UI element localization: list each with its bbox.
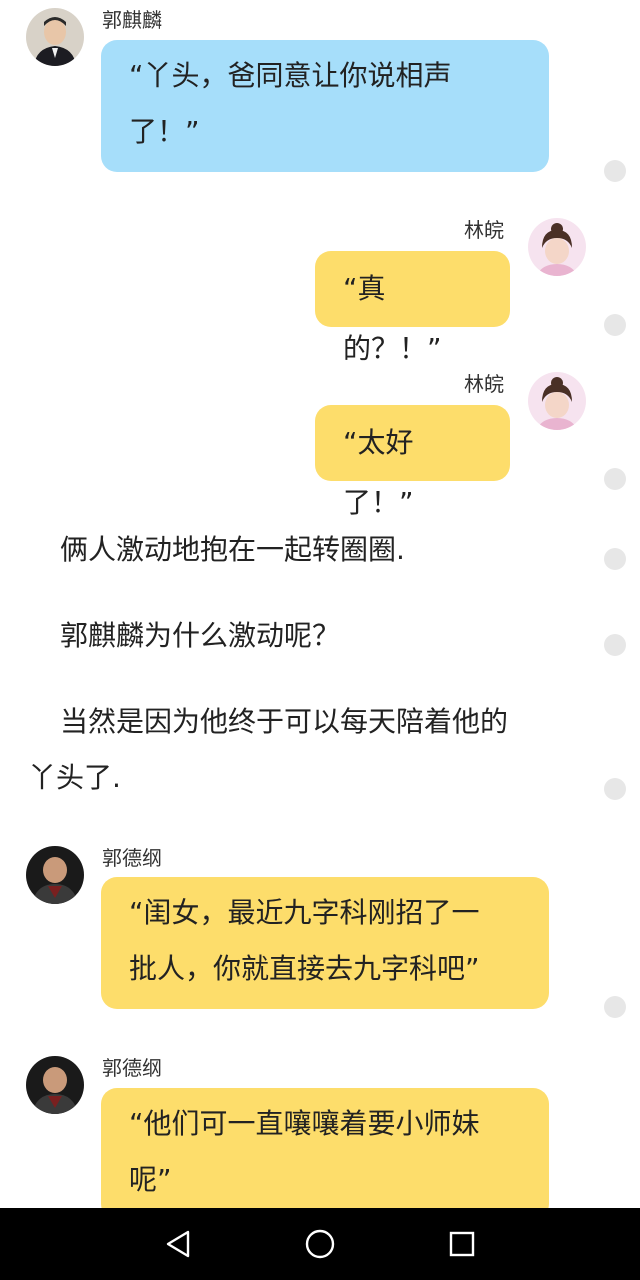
- message-bubble[interactable]: “他们可一直嚷嚷着要小师妹 呢”: [101, 1088, 549, 1220]
- avatar-linwan[interactable]: [528, 218, 586, 276]
- sender-name: 林皖: [464, 372, 504, 396]
- message-bubble[interactable]: “闺女，最近九字科刚招了一 批人，你就直接去九字科吧”: [101, 877, 549, 1009]
- avatar-linwan[interactable]: [528, 372, 586, 430]
- back-button[interactable]: [158, 1226, 198, 1262]
- message-bubble[interactable]: “太好了！”: [315, 405, 510, 519]
- message-bubble[interactable]: “丫头，爸同意让你说相声 了！”: [101, 40, 549, 172]
- triangle-back-icon: [166, 1230, 190, 1258]
- sender-name: 郭德纲: [102, 1056, 162, 1080]
- narration-line: 郭麒麟为什么激动呢？: [32, 619, 341, 652]
- comment-dot[interactable]: [604, 548, 626, 570]
- sender-name: 林皖: [464, 218, 504, 242]
- recents-button[interactable]: [442, 1226, 482, 1262]
- avatar-guoqilin[interactable]: [26, 8, 84, 66]
- girl-pink-avatar-icon: [528, 372, 586, 430]
- narration-line: 丫头了.: [28, 761, 121, 794]
- narration-line: 当然是因为他终于可以每天陪着他的: [32, 705, 509, 738]
- avatar-guodegang[interactable]: [26, 846, 84, 904]
- older-man-avatar-icon: [26, 846, 84, 904]
- circle-home-icon: [305, 1229, 335, 1259]
- home-button[interactable]: [300, 1226, 340, 1262]
- narration-line: 俩人激动地抱在一起转圈圈.: [32, 533, 405, 566]
- sender-name: 郭德纲: [102, 846, 162, 870]
- comment-dot[interactable]: [604, 468, 626, 490]
- comment-dot[interactable]: [604, 778, 626, 800]
- avatar-guodegang[interactable]: [26, 1056, 84, 1114]
- older-man-avatar-icon: [26, 1056, 84, 1114]
- girl-pink-avatar-icon: [528, 218, 586, 276]
- comment-dot[interactable]: [604, 996, 626, 1018]
- sender-name: 郭麒麟: [102, 8, 162, 32]
- navigation-bar: [0, 1208, 640, 1280]
- message-bubble[interactable]: “真的？！”: [315, 251, 510, 365]
- comment-dot[interactable]: [604, 160, 626, 182]
- comment-dot[interactable]: [604, 634, 626, 656]
- comment-dot[interactable]: [604, 314, 626, 336]
- square-recents-icon: [449, 1231, 475, 1257]
- man-in-suit-avatar-icon: [26, 8, 84, 66]
